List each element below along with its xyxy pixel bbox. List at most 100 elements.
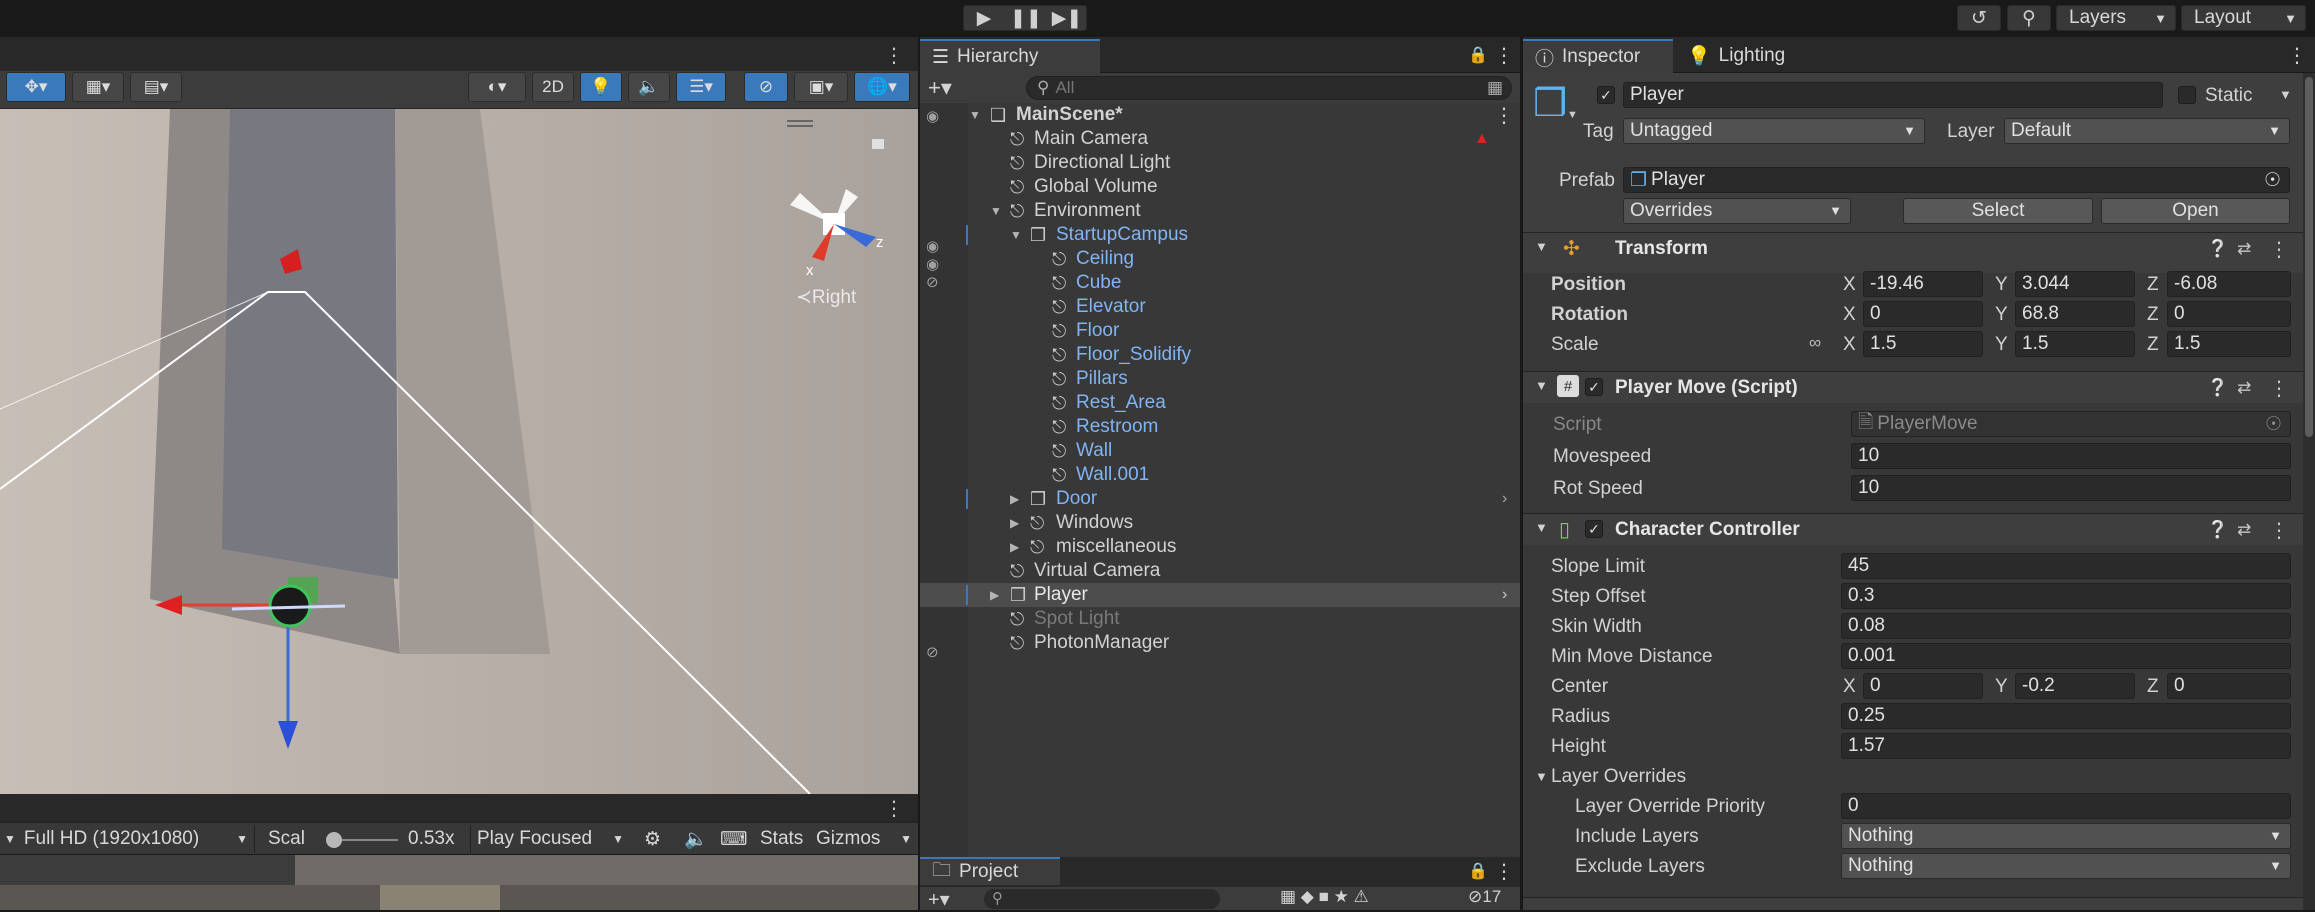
rotation-z-input[interactable]: 0 — [2167, 301, 2291, 327]
expand-arrow-icon[interactable]: ▼ — [1010, 228, 1022, 242]
history-button[interactable]: ↺ — [1957, 5, 2001, 31]
hierarchy-item-photonmanager[interactable]: ⎋ PhotonManager — [920, 631, 1520, 655]
audio-toggle[interactable]: 🔈 — [628, 72, 670, 102]
player-move-header[interactable]: ▼ # ✓ Player Move (Script) ❔ ⇄ ⋮ — [1523, 371, 2315, 403]
rotspeed-input[interactable]: 10 — [1851, 475, 2291, 501]
scale-y-input[interactable]: 1.5 — [2015, 331, 2135, 357]
inspector-scrollbar[interactable] — [2303, 73, 2315, 910]
visibility-toggle[interactable]: ⊘ — [744, 72, 788, 102]
more-options-icon[interactable]: ⋮ — [1494, 43, 1514, 68]
center-y-input[interactable]: -0.2 — [2015, 673, 2135, 699]
stats-button[interactable]: Stats — [760, 825, 803, 853]
preset-icon[interactable]: ⇄ — [2237, 239, 2251, 259]
movespeed-input[interactable]: 10 — [1851, 443, 2291, 469]
more-options-icon[interactable]: ⋮ — [1494, 103, 1514, 128]
scale-z-input[interactable]: 1.5 — [2167, 331, 2291, 357]
scale-x-input[interactable]: 1.5 — [1863, 331, 1983, 357]
filter-icon[interactable]: ▦ — [1487, 78, 1503, 98]
snap-button[interactable]: ▦▾ — [72, 72, 124, 102]
tab-inspector[interactable]: ⓘ Inspector — [1523, 39, 1673, 73]
more-options-icon[interactable]: ⋮ — [2269, 518, 2289, 543]
more-options-icon[interactable]: ⋮ — [1494, 859, 1514, 884]
more-options-icon[interactable]: ⋮ — [2269, 237, 2289, 262]
skin-width-input[interactable]: 0.08 — [1841, 613, 2291, 639]
keyboard-icon[interactable]: ⌨ — [720, 825, 747, 853]
layer-overrides-foldout[interactable]: ▼ Layer Overrides — [1533, 763, 1833, 791]
hierarchy-item-pillars[interactable]: ⎋ Pillars — [920, 367, 1520, 391]
slope-limit-input[interactable]: 45 — [1841, 553, 2291, 579]
more-options-icon[interactable]: ⋮ — [884, 43, 904, 68]
tab-lighting[interactable]: 💡 Lighting — [1675, 39, 1825, 73]
position-y-input[interactable]: 3.044 — [2015, 271, 2135, 297]
character-controller-header[interactable]: ▼ ▯ ✓ Character Controller ❔ ⇄ ⋮ — [1523, 513, 2315, 545]
scale-slider-handle[interactable] — [326, 832, 342, 848]
center-x-input[interactable]: 0 — [1863, 673, 1983, 699]
component-enabled-checkbox[interactable]: ✓ — [1585, 378, 1603, 396]
hierarchy-item-environment[interactable]: ▼ ⎋ Environment — [920, 199, 1520, 223]
panel-divider[interactable] — [1520, 37, 1523, 910]
hierarchy-item-spot-light[interactable]: ⎋ Spot Light — [920, 607, 1520, 631]
active-checkbox[interactable]: ✓ — [1597, 86, 1615, 104]
radius-input[interactable]: 0.25 — [1841, 703, 2291, 729]
overrides-dropdown[interactable]: Overrides ▼ — [1623, 198, 1851, 224]
hierarchy-item-ceiling[interactable]: ⎋ Ceiling — [920, 247, 1520, 271]
layer-dropdown[interactable]: Default ▼ — [2004, 118, 2290, 144]
chevron-right-icon[interactable]: › — [1502, 490, 1507, 508]
play-button[interactable]: ▶ — [963, 5, 1005, 31]
center-z-input[interactable]: 0 — [2167, 673, 2291, 699]
chevron-right-icon[interactable]: › — [1502, 586, 1507, 604]
hierarchy-item-rest-area[interactable]: ⎋ Rest_Area — [920, 391, 1520, 415]
collapse-arrow-icon[interactable]: ▶ — [990, 588, 999, 602]
layout-dropdown[interactable]: Layout ▼ — [2181, 5, 2306, 31]
add-icon[interactable]: +▾ — [928, 887, 950, 912]
transform-tools-button[interactable]: ✥▾ — [6, 72, 66, 102]
tag-dropdown[interactable]: Untagged ▼ — [1623, 118, 1925, 144]
scene-root-row[interactable]: ▼ ❑ MainScene* ⋮ — [920, 103, 1520, 127]
help-icon[interactable]: ❔ — [2207, 378, 2228, 398]
search-button[interactable]: ⚲ — [2007, 5, 2051, 31]
scrollbar-thumb[interactable] — [2305, 77, 2313, 437]
height-input[interactable]: 1.57 — [1841, 733, 2291, 759]
more-options-icon[interactable]: ⋮ — [2269, 376, 2289, 401]
layers-dropdown[interactable]: Layers ▼ — [2056, 5, 2176, 31]
toggle-2d-button[interactable]: 2D — [532, 72, 574, 102]
chevron-down-icon[interactable]: ▼ — [2279, 87, 2292, 102]
hierarchy-item-startupcampus[interactable]: ▼ ❒ StartupCampus — [920, 223, 1520, 247]
lock-icon[interactable]: 🔒 — [1468, 861, 1488, 881]
hierarchy-item-virtual-camera[interactable]: ⎋ Virtual Camera — [920, 559, 1520, 583]
help-icon[interactable]: ❔ — [2207, 520, 2228, 540]
shading-mode-button[interactable]: ◐▾ — [468, 72, 526, 102]
camera-settings-button[interactable]: ▣▾ — [794, 72, 848, 102]
scene-view[interactable]: ⋮ x z ≺Right — [0, 37, 918, 794]
include-layers-dropdown[interactable]: Nothing ▼ — [1841, 823, 2291, 849]
hierarchy-item-main-camera[interactable]: ⎋ Main Camera ▲ — [920, 127, 1520, 151]
gizmos-dropdown[interactable]: Gizmos ▼ — [816, 825, 916, 853]
hierarchy-item-windows[interactable]: ▶ ⎋ Windows — [920, 511, 1520, 535]
chevron-down-icon[interactable]: ▼ — [1567, 109, 1578, 121]
hierarchy-item-wall[interactable]: ⎋ Wall — [920, 439, 1520, 463]
collapse-arrow-icon[interactable]: ▶ — [1010, 540, 1019, 554]
position-z-input[interactable]: -6.08 — [2167, 271, 2291, 297]
hidden-packages-icon[interactable]: ⊘17 — [1468, 887, 1501, 907]
object-picker-icon[interactable]: ☉ — [2264, 169, 2281, 192]
hierarchy-item-floor-solidify[interactable]: ⎋ Floor_Solidify — [920, 343, 1520, 367]
project-search-input[interactable]: ⚲ — [984, 889, 1220, 909]
rotation-y-input[interactable]: 68.8 — [2015, 301, 2135, 327]
help-icon[interactable]: ❔ — [2207, 239, 2228, 259]
hierarchy-item-restroom[interactable]: ⎋ Restroom — [920, 415, 1520, 439]
hierarchy-item-player[interactable]: ▶ ❒ Player › — [920, 583, 1520, 607]
more-options-icon[interactable]: ⋮ — [2287, 43, 2307, 68]
open-button[interactable]: Open — [2101, 198, 2290, 224]
collapse-arrow-icon[interactable]: ▶ — [1010, 492, 1019, 506]
bug-icon[interactable]: ⚙ — [644, 825, 661, 853]
game-viewport[interactable] — [0, 855, 918, 910]
exclude-layers-dropdown[interactable]: Nothing ▼ — [1841, 853, 2291, 879]
hierarchy-item-directional-light[interactable]: ⎋ Directional Light — [920, 151, 1520, 175]
hierarchy-item-cube[interactable]: ⎋ Cube — [920, 271, 1520, 295]
effects-toggle[interactable]: ☰▾ — [676, 72, 726, 102]
static-checkbox[interactable] — [2178, 86, 2196, 104]
lock-icon[interactable]: 🔒 — [1468, 45, 1488, 65]
lighting-toggle[interactable]: 💡 — [580, 72, 622, 102]
hierarchy-item-floor[interactable]: ⎋ Floor — [920, 319, 1520, 343]
gizmos-toggle[interactable]: 🌐▾ — [854, 72, 910, 102]
